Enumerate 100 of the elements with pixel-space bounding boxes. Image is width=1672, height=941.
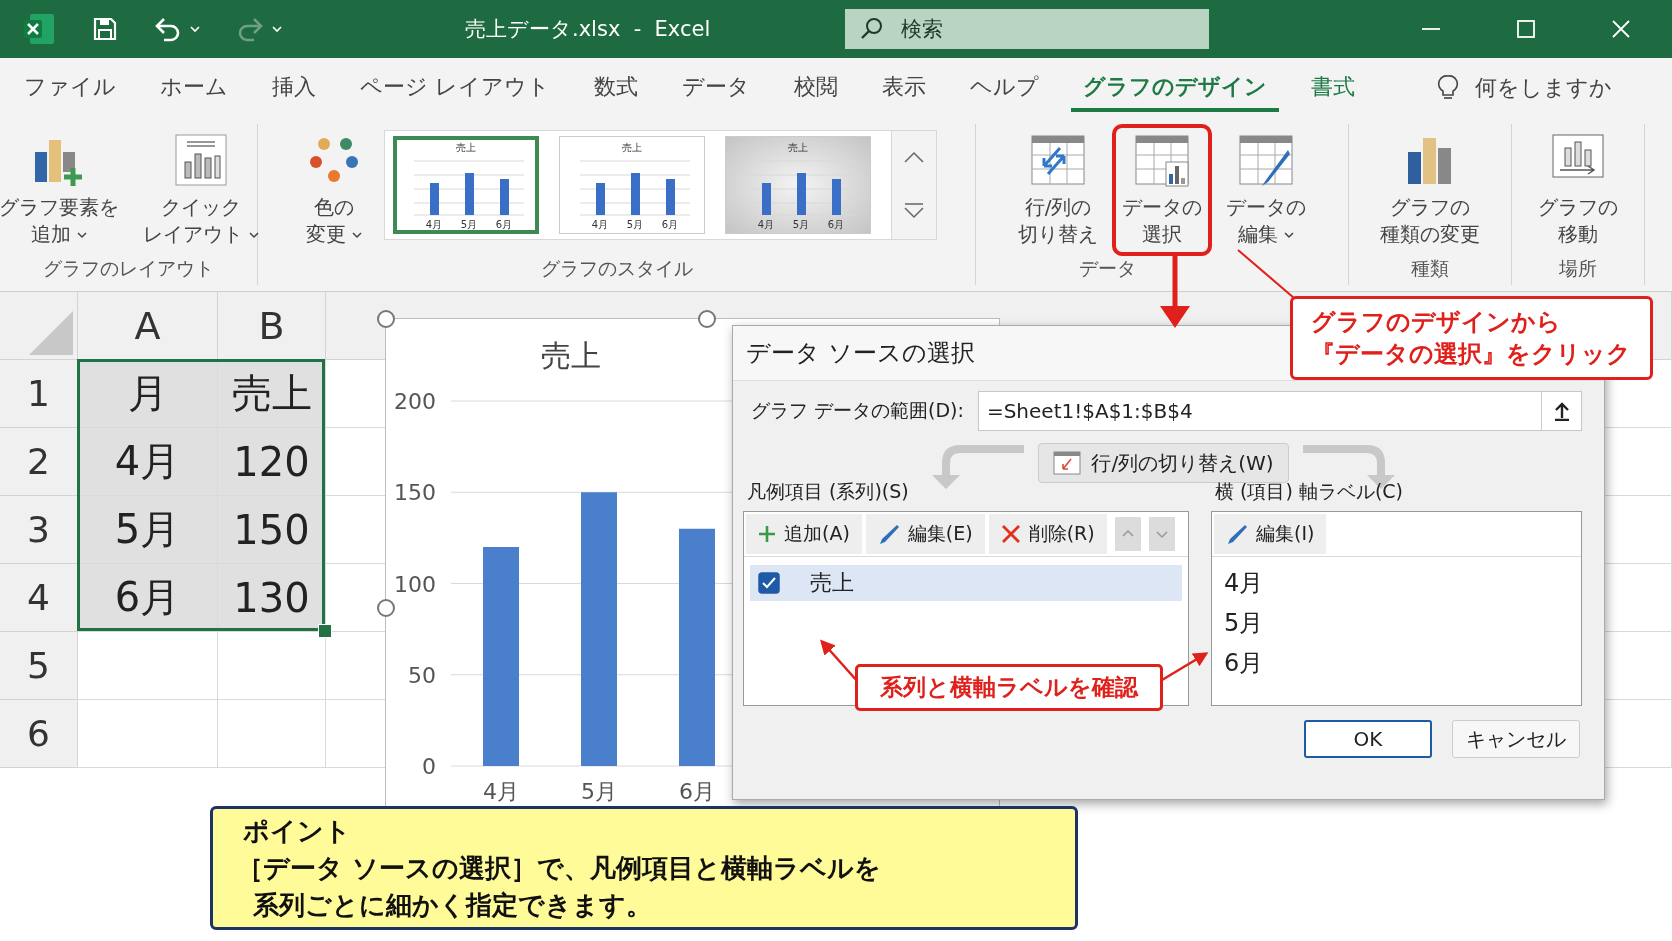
gallery-more-icon[interactable] — [903, 202, 925, 220]
sheet-cell[interactable]: 売上 — [218, 360, 326, 428]
cancel-button[interactable]: キャンセル — [1452, 720, 1580, 758]
callout-box: グラフのデザインから 『データの選択』をクリック — [1290, 296, 1653, 380]
undo-icon[interactable] — [154, 16, 182, 42]
ribbon-tab[interactable]: 挿入 — [260, 64, 328, 112]
ribbon-button[interactable]: グラフの 種類の変更 — [1370, 124, 1490, 256]
ok-button[interactable]: OK — [1304, 720, 1432, 758]
excel-logo-icon — [22, 12, 56, 46]
series-item[interactable]: 売上 — [750, 565, 1182, 601]
table-pencil-icon — [1238, 132, 1294, 188]
caret-icon[interactable] — [190, 25, 200, 33]
search-field[interactable]: 検索 — [845, 9, 1209, 49]
ribbon-tab[interactable]: ファイル — [12, 64, 128, 112]
row-header[interactable]: 5 — [27, 645, 50, 686]
ribbon-tab[interactable]: 校閲 — [782, 64, 850, 112]
sheet-cell[interactable] — [78, 700, 218, 768]
sheet-cell[interactable]: 5月 — [78, 496, 218, 564]
toolbar-button[interactable]: 編集(I) — [1214, 514, 1327, 554]
ribbon-button[interactable]: 色の 変更 — [296, 124, 372, 256]
caret-icon — [248, 230, 259, 239]
ribbon-button[interactable]: データの 選択 — [1112, 124, 1212, 256]
note-box: ポイント ［データ ソースの選択］で、凡例項目と横軸ラベルを 系列ごとに細かく指定できます。 — [210, 806, 1078, 930]
sheet-cell[interactable] — [218, 700, 326, 768]
group-label: 種類 — [1411, 256, 1449, 281]
row-header[interactable]: 2 — [27, 441, 50, 482]
tell-me-text[interactable]: 何をしますか — [1475, 73, 1612, 103]
ribbon-button[interactable]: グラフの 移動 — [1528, 124, 1628, 256]
resize-handle[interactable] — [377, 599, 395, 617]
ribbon-tab[interactable]: ホーム — [148, 64, 240, 112]
scroll-up-icon[interactable] — [903, 150, 925, 164]
ribbon-tab[interactable]: ヘルプ — [958, 64, 1051, 112]
axis-tick-label: 100 — [394, 571, 436, 597]
table-chart-icon — [1134, 132, 1190, 188]
pencil-icon — [1226, 523, 1248, 545]
lightbulb-icon[interactable] — [1437, 74, 1459, 102]
group-label: データ — [1078, 256, 1136, 281]
collapse-button[interactable] — [1542, 391, 1582, 431]
toolbar-button[interactable]: 編集(E) — [865, 514, 985, 554]
axis-tick-label: 0 — [422, 754, 436, 779]
ribbon-button[interactable]: データの 編集 — [1216, 124, 1316, 256]
maximize-icon[interactable] — [1515, 18, 1537, 40]
chart-style-thumbnail[interactable]: 売上 4月 5月 6月 — [559, 136, 705, 234]
ribbon-tab[interactable]: グラフのデザイン — [1071, 64, 1279, 112]
row-header[interactable]: 6 — [27, 713, 50, 754]
axis-category-label: 5月 — [581, 779, 617, 804]
callout-arrow — [1160, 256, 1190, 328]
axis-category-label: 6月 — [679, 779, 715, 804]
sheet-cell[interactable]: 月 — [78, 360, 218, 428]
chart-title: 売上 — [541, 338, 601, 373]
ribbon-tab[interactable]: 数式 — [582, 64, 650, 112]
field-label: グラフ データの範囲(D): — [751, 398, 964, 423]
sheet-cell[interactable]: 120 — [218, 428, 326, 496]
sheet-cell[interactable]: 4月 — [78, 428, 218, 496]
list-label: 凡例項目 (系列)(S) — [746, 479, 910, 504]
chart-style-thumbnail[interactable]: 売上 4月 5月 6月 — [393, 136, 539, 234]
row-header[interactable]: 1 — [27, 373, 50, 414]
caret-icon — [352, 230, 362, 239]
chart-style-thumbnail[interactable]: 売上 4月 5月 6月 — [725, 136, 871, 234]
close-icon[interactable] — [1610, 18, 1632, 40]
axis-label-item[interactable]: 4月 — [1224, 567, 1264, 599]
axis-label-item[interactable]: 5月 — [1224, 607, 1264, 639]
column-header[interactable]: A — [134, 303, 161, 348]
callout-text: 系列と横軸ラベルを確認 — [880, 673, 1138, 702]
delete-icon — [1000, 524, 1021, 544]
swap-table-icon — [1053, 451, 1082, 475]
ribbon-button[interactable]: 行/列の 切り替え — [1008, 124, 1108, 256]
save-icon[interactable] — [92, 16, 118, 42]
axis-label-item[interactable]: 6月 — [1224, 647, 1264, 679]
sheet-cell[interactable]: 6月 — [78, 564, 218, 632]
chart-layout-icon — [172, 132, 229, 188]
dialog-title: データ ソースの選択 — [746, 338, 975, 369]
axis-category-label: 4月 — [483, 779, 519, 804]
resize-handle[interactable] — [698, 310, 716, 328]
row-header[interactable]: 3 — [27, 509, 50, 550]
group-label: グラフのスタイル — [540, 256, 693, 281]
caret-icon — [1284, 230, 1294, 239]
column-header[interactable]: B — [258, 303, 285, 348]
checkbox[interactable] — [758, 572, 780, 594]
axis-tick-label: 50 — [408, 662, 436, 688]
sheet-cell[interactable] — [78, 632, 218, 700]
sheet-cell[interactable]: 130 — [218, 564, 326, 632]
group-label: 場所 — [1559, 256, 1597, 281]
range-field[interactable]: =Sheet1!$A$1:$B$4 — [977, 391, 1542, 431]
ribbon-button[interactable]: グラフ要素を 追加 — [0, 124, 129, 256]
toolbar-button[interactable]: 削除(R) — [988, 514, 1107, 554]
leader-line — [1237, 249, 1295, 299]
fill-handle[interactable] — [318, 624, 332, 638]
caret-icon[interactable] — [272, 25, 282, 33]
toolbar-button[interactable]: 追加(A) — [746, 514, 862, 554]
swap-table-icon — [1030, 132, 1086, 188]
group-label: グラフのレイアウト — [43, 256, 214, 281]
ribbon-tab[interactable]: データ — [670, 64, 762, 112]
row-header[interactable]: 4 — [27, 577, 50, 618]
ribbon-tab[interactable]: ページ レイアウト — [348, 64, 562, 112]
ribbon-tab[interactable]: 書式 — [1299, 64, 1367, 112]
sheet-cell[interactable]: 150 — [218, 496, 326, 564]
ribbon-button[interactable]: クイック レイアウト — [132, 124, 269, 256]
switch-row-column-button[interactable]: 行/列の切り替え(W) — [1038, 443, 1289, 483]
ribbon-tab[interactable]: 表示 — [870, 64, 938, 112]
